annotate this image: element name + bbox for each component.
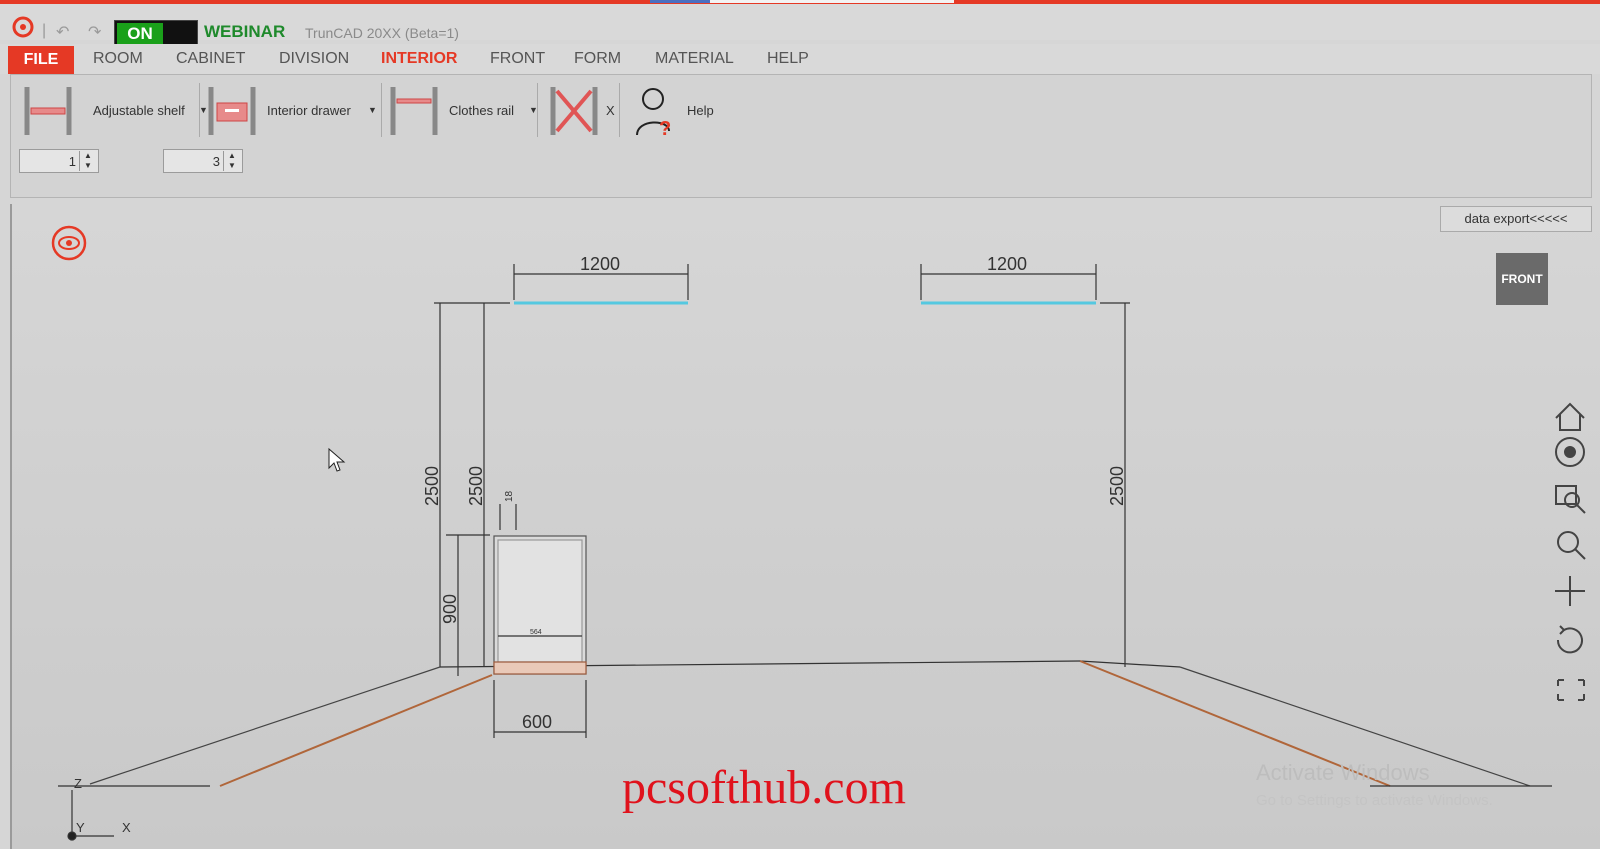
zoom-window-icon[interactable] [1555,485,1586,514]
rotate-icon[interactable] [1556,625,1583,654]
activation-notice-title: Activate Windows [1256,760,1430,785]
zoom-icon[interactable] [1557,531,1586,560]
mouse-cursor-icon [328,447,346,472]
activation-notice-body: Go to Settings to activate Windows. [1256,792,1493,809]
view-toolbar [1555,402,1586,701]
eye-view-icon[interactable] [1555,437,1585,467]
fullscreen-icon[interactable] [1557,679,1585,701]
home-icon[interactable] [1555,402,1585,431]
site-watermark: pcsofthub.com [622,761,906,814]
pan-icon[interactable] [1555,576,1585,606]
